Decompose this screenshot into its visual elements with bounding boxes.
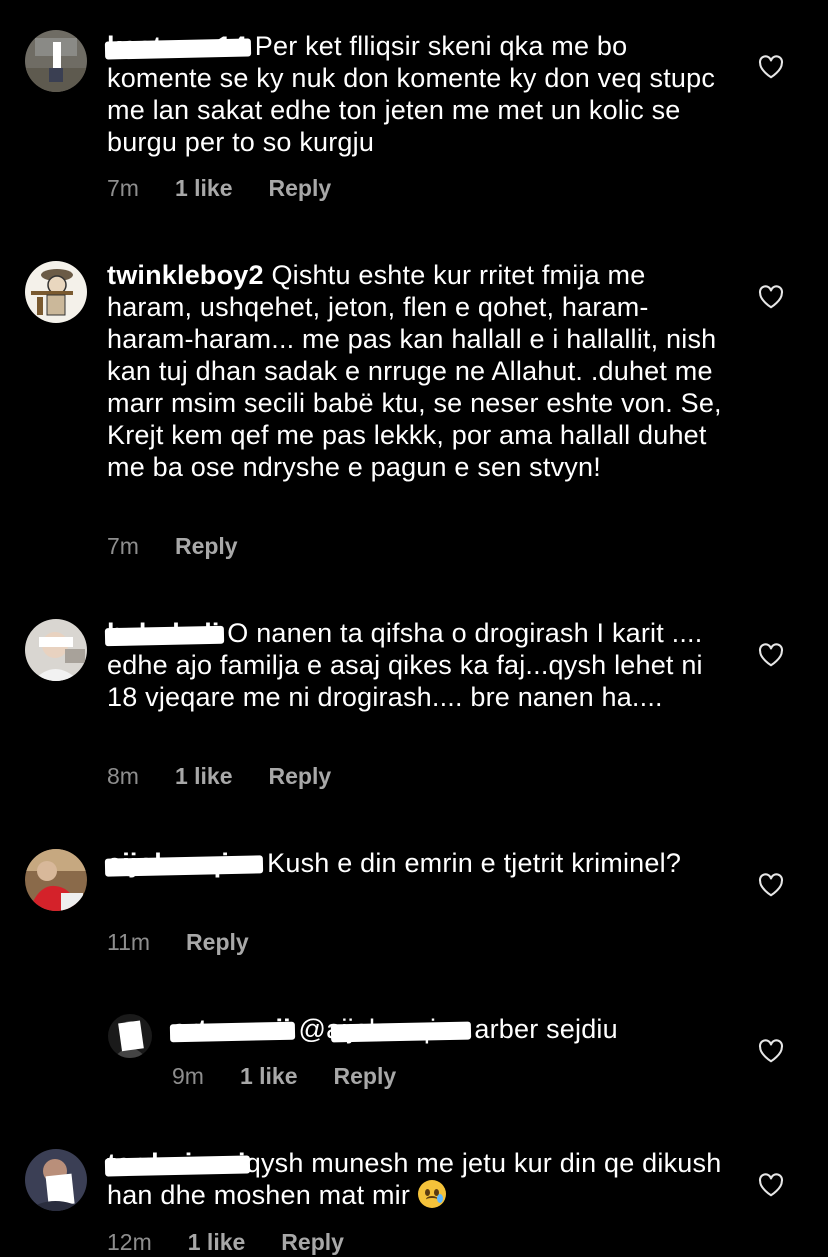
comment-meta: 8m 1 like Reply — [107, 763, 367, 790]
avatar[interactable] — [25, 1149, 87, 1211]
comment-text: Kush e din emrin e tjetrit kriminel? — [259, 848, 682, 878]
heart-outline-icon — [758, 55, 784, 79]
like-button[interactable] — [758, 873, 784, 897]
heart-outline-icon — [758, 1173, 784, 1197]
likes-count[interactable]: 1 like — [175, 763, 233, 790]
heart-outline-icon — [758, 643, 784, 667]
comment-body: kastroor14 Per ket flliqsir skeni qka me… — [104, 30, 727, 158]
username-redaction — [104, 1155, 250, 1177]
comment-meta: 9m 1 like Reply — [172, 1063, 432, 1090]
like-button[interactable] — [758, 1039, 784, 1063]
avatar[interactable] — [25, 30, 87, 92]
comment-mention[interactable]: @aijolaurqiee — [291, 1014, 471, 1044]
likes-count[interactable]: 1 like — [240, 1063, 298, 1090]
likes-count[interactable]: 1 like — [175, 175, 233, 202]
likes-count[interactable]: 1 like — [188, 1229, 246, 1256]
comment-body: twinkleboy2 Qishtu eshte kur rritet fmij… — [107, 259, 727, 483]
like-button[interactable] — [758, 55, 784, 79]
comment-body: artazemii @aijolaurqiee arber sejdiu — [169, 1013, 732, 1045]
comment-body: aijolaurqiee Kush e din emrin e tjetrit … — [104, 847, 727, 879]
like-button[interactable] — [758, 1173, 784, 1197]
comment-time: 7m — [107, 175, 139, 201]
like-button[interactable] — [758, 643, 784, 667]
comment-meta: 7m Reply — [107, 533, 274, 560]
comment-meta: 7m 1 like Reply — [107, 175, 367, 202]
heart-outline-icon — [758, 285, 784, 309]
reply-button[interactable]: Reply — [281, 1229, 344, 1256]
comment-time: 9m — [172, 1063, 204, 1089]
comment-text: Qishtu eshte kur rritet fmija me haram, … — [107, 260, 722, 482]
heart-outline-icon — [758, 1039, 784, 1063]
comment-body: tardarizaniqysh munesh me jetu kur din q… — [104, 1147, 727, 1211]
comment-username[interactable]: kastroor14 — [104, 31, 252, 61]
reply-button[interactable]: Reply — [334, 1063, 397, 1090]
comment-time: 7m — [107, 533, 139, 559]
comment-meta: 12m 1 like Reply — [107, 1229, 380, 1256]
username-redaction — [104, 855, 264, 877]
reply-button[interactable]: Reply — [175, 533, 238, 560]
comment-time: 8m — [107, 763, 139, 789]
comment-username[interactable]: tardarizani — [104, 1148, 250, 1178]
comment-username[interactable]: twinkleboy2 — [107, 260, 264, 290]
comment-username[interactable]: aijolaurqiee — [104, 848, 264, 878]
username-redaction — [104, 38, 252, 60]
comment-text: arber sejdiu — [466, 1014, 618, 1044]
comment-meta: 11m Reply — [107, 929, 285, 956]
comment-body: h_bobeli O nanen ta qifsha o drogirash I… — [104, 617, 727, 713]
comment-time: 11m — [107, 929, 151, 955]
avatar[interactable] — [108, 1014, 152, 1058]
like-button[interactable] — [758, 285, 784, 309]
reply-button[interactable]: Reply — [269, 763, 332, 790]
crying-face-emoji — [417, 1180, 446, 1208]
comment-username[interactable]: artazemii — [169, 1014, 296, 1044]
avatar[interactable] — [25, 849, 87, 911]
comment-username[interactable]: h_bobeli — [104, 618, 224, 648]
avatar[interactable] — [25, 619, 87, 681]
reply-button[interactable]: Reply — [186, 929, 249, 956]
comment-time: 12m — [107, 1229, 152, 1255]
heart-outline-icon — [758, 873, 784, 897]
avatar[interactable] — [25, 261, 87, 323]
mention-redaction — [330, 1021, 471, 1043]
username-redaction — [104, 625, 224, 647]
username-redaction — [169, 1021, 296, 1043]
reply-button[interactable]: Reply — [269, 175, 332, 202]
